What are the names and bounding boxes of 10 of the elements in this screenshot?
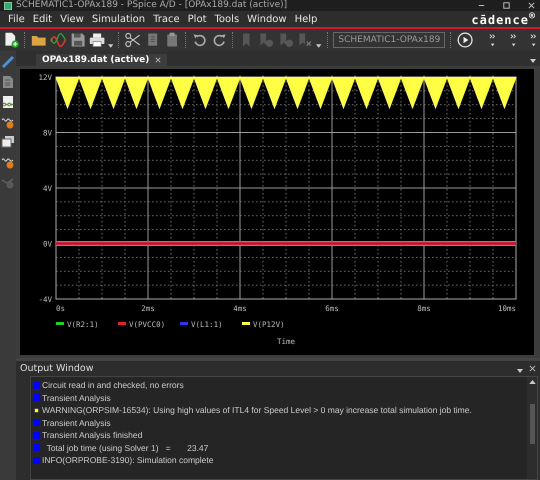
output-line: WARNING(ORPSIM-16534): Using high values of ITL4 for Speed Level > 0 may increase total simulation job time. [42,405,472,416]
output-line: Circuit read in and checked, no errors [42,380,184,390]
output-line: Transient Analysis finished [42,430,142,440]
brand-logo: cādence$^{®}$ [471,11,536,27]
output-line: Transient Analysis [42,418,111,428]
output-line: Transient Analysis [42,392,111,403]
output-line: Total job time (using Solver 1) = 23.47 [46,442,208,453]
output-line: INFO(ORPROBE-3190): Simulation complete [42,455,214,466]
panel-title: Output Window [20,363,94,374]
window-title: SCHEMATIC1-OPAx189 - PSpice A/D - [OPAx189.dat (active)] [16,0,288,11]
